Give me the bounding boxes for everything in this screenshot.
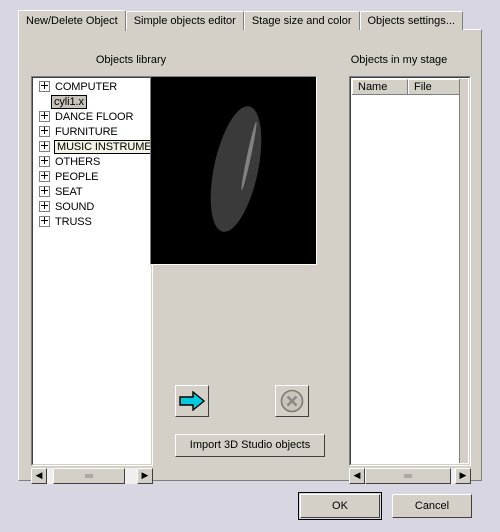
scroll-left-glyph: ◀: [35, 470, 43, 481]
tree-item-label: OTHERS: [55, 155, 101, 168]
scroll-right-icon[interactable]: ▶: [137, 468, 153, 484]
scroll-left-icon[interactable]: ◀: [31, 468, 47, 484]
tree-item-label: SEAT: [55, 185, 83, 198]
tree-item-label: MUSIC INSTRUMENT: [54, 139, 150, 154]
import-3d-studio-objects-button[interactable]: Import 3D Studio objects: [175, 434, 325, 457]
ok-button[interactable]: OK: [298, 492, 382, 520]
scroll-right-icon[interactable]: ▶: [455, 468, 471, 484]
tree-item-label: COMPUTER: [55, 80, 118, 93]
expand-plus-icon[interactable]: [39, 111, 50, 122]
tree-item-label: PEOPLE: [55, 170, 99, 183]
delete-object-button[interactable]: [275, 385, 309, 417]
scroll-left-glyph: ◀: [353, 470, 361, 481]
preview-shape: [201, 101, 271, 237]
tree-item-label: DANCE FLOOR: [55, 110, 134, 123]
scroll-right-glyph: ▶: [459, 470, 467, 481]
objects-in-my-stage-hscrollbar[interactable]: ◀ ▶: [349, 468, 471, 484]
tab-stage-size-and-color[interactable]: Stage size and color: [243, 11, 360, 30]
scroll-track[interactable]: [47, 468, 137, 484]
scroll-thumb[interactable]: [53, 468, 125, 484]
stage-list-vscrollbar[interactable]: [459, 79, 468, 463]
expand-plus-icon[interactable]: [39, 141, 50, 152]
objects-library-hscrollbar[interactable]: ◀ ▶: [31, 468, 153, 484]
expand-plus-icon[interactable]: [39, 156, 50, 167]
objects-in-my-stage-list[interactable]: Name File: [352, 79, 468, 463]
grip-icon: [404, 474, 412, 478]
tree-item-music-instrument[interactable]: MUSIC INSTRUMENT: [34, 139, 150, 154]
new-delete-object-dialog: New/Delete Object Simple objects editor …: [0, 0, 500, 532]
grip-icon: [85, 474, 93, 478]
cancel-button[interactable]: Cancel: [392, 494, 472, 518]
tree-item-others[interactable]: OTHERS: [34, 154, 150, 169]
objects-library-panel: COMPUTER cyli1.x DANCE FLOOR FURNITURE M…: [31, 76, 153, 466]
tree-item-seat[interactable]: SEAT: [34, 184, 150, 199]
expand-plus-icon[interactable]: [39, 126, 50, 137]
tree-item-computer[interactable]: COMPUTER: [34, 79, 150, 94]
tree-item-truss[interactable]: TRUSS: [34, 214, 150, 229]
tree-item-cyli1[interactable]: cyli1.x: [34, 94, 150, 109]
objects-library-tree[interactable]: COMPUTER cyli1.x DANCE FLOOR FURNITURE M…: [34, 79, 150, 463]
circle-x-icon: [280, 389, 304, 413]
add-object-button[interactable]: [175, 385, 209, 417]
expand-plus-icon[interactable]: [39, 171, 50, 182]
tree-item-label: TRUSS: [55, 215, 92, 228]
expand-plus-icon[interactable]: [39, 216, 50, 227]
tab-new-delete-object[interactable]: New/Delete Object: [18, 10, 126, 31]
tree-item-dance-floor[interactable]: DANCE FLOOR: [34, 109, 150, 124]
right-arrow-icon: [179, 391, 205, 411]
column-header-name[interactable]: Name: [352, 79, 408, 94]
expand-plus-icon[interactable]: [39, 186, 50, 197]
objects-in-my-stage-label: Objects in my stage: [350, 54, 448, 66]
objects-in-my-stage-panel: Name File: [349, 76, 471, 466]
scroll-thumb[interactable]: [365, 468, 451, 484]
tree-item-people[interactable]: PEOPLE: [34, 169, 150, 184]
tree-item-label: cyli1.x: [51, 94, 87, 109]
objects-library-label: Objects library: [95, 54, 167, 66]
scroll-left-icon[interactable]: ◀: [349, 468, 365, 484]
tab-bar: New/Delete Object Simple objects editor …: [18, 10, 463, 31]
tree-item-label: FURNITURE: [55, 125, 118, 138]
tab-objects-settings[interactable]: Objects settings...: [359, 11, 463, 30]
tree-item-furniture[interactable]: FURNITURE: [34, 124, 150, 139]
scroll-track[interactable]: [365, 468, 455, 484]
tab-simple-objects-editor[interactable]: Simple objects editor: [125, 11, 244, 30]
scroll-right-glyph: ▶: [141, 470, 149, 481]
tab-panel: Objects library Objects in my stage COMP…: [18, 29, 482, 484]
list-column-headers: Name File: [352, 79, 468, 95]
expand-plus-icon[interactable]: [39, 201, 50, 212]
object-preview-viewport[interactable]: [150, 76, 317, 265]
tree-item-label: SOUND: [55, 200, 95, 213]
expand-plus-icon[interactable]: [39, 81, 50, 92]
tree-item-sound[interactable]: SOUND: [34, 199, 150, 214]
